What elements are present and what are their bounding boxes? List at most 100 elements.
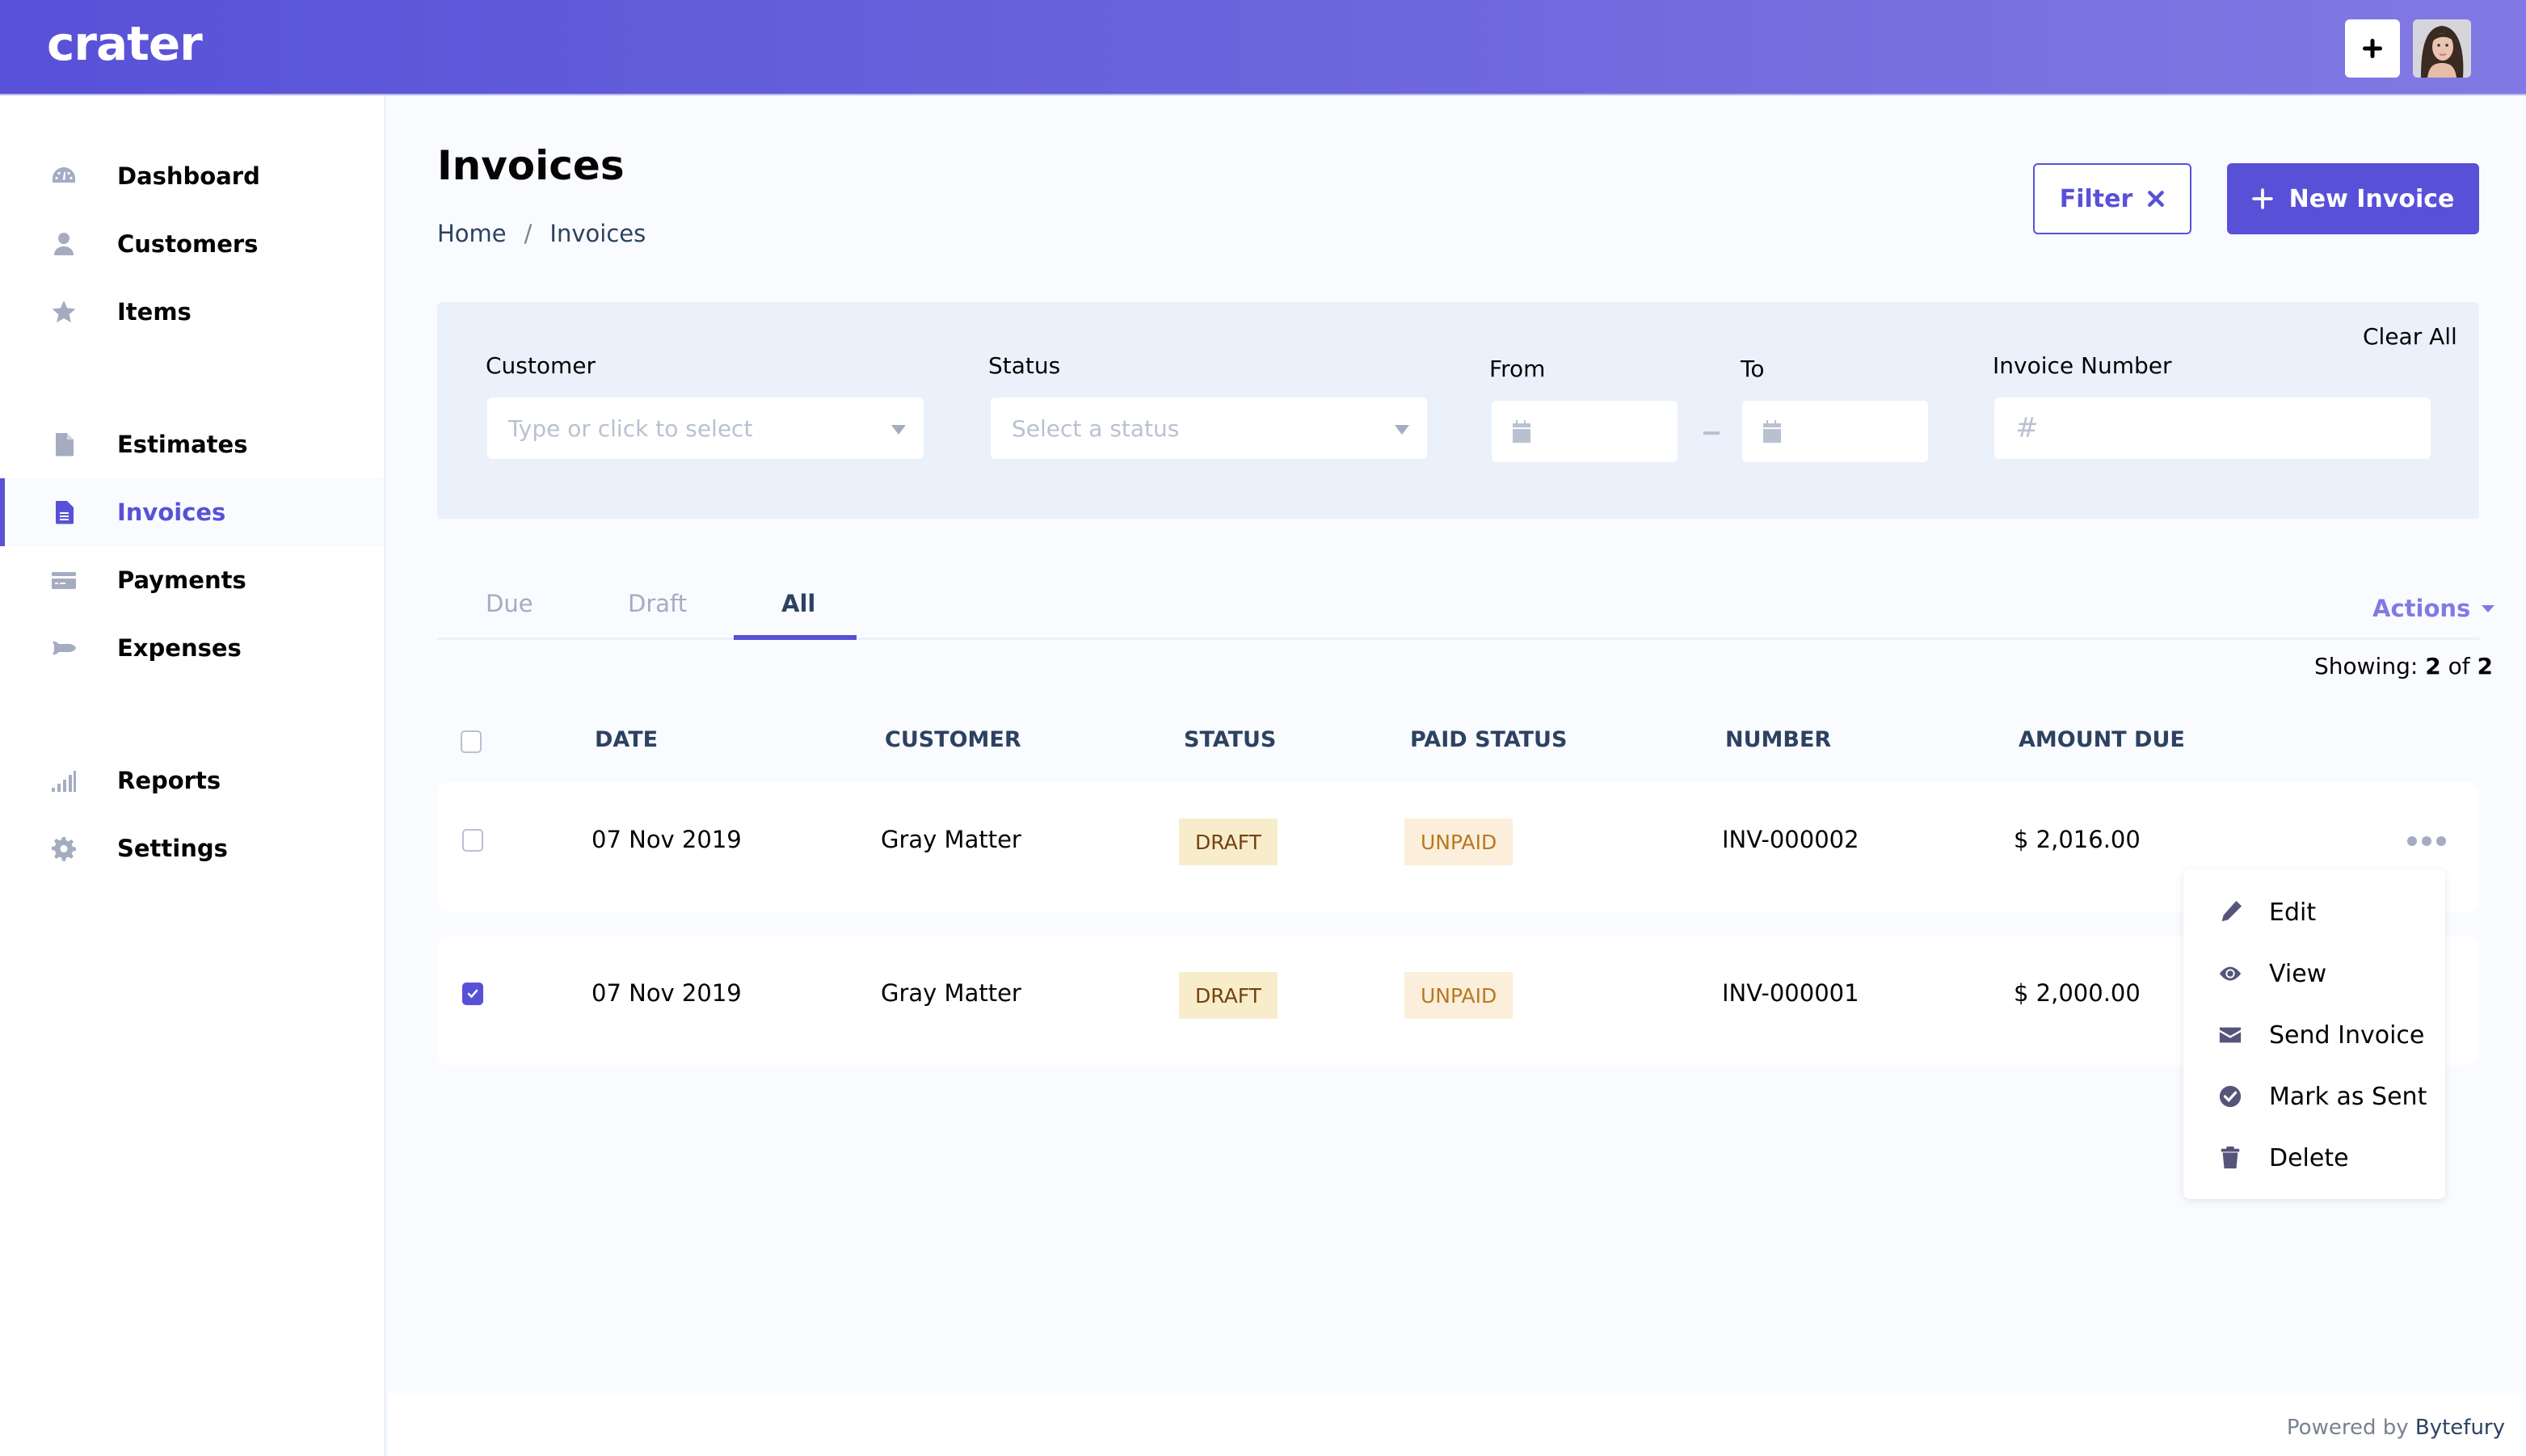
calendar-icon [1763,420,1781,443]
showing-of: of [2448,653,2470,680]
status-badge: DRAFT [1179,818,1278,865]
status-filter-label: Status [988,352,1061,379]
table-row[interactable]: 07 Nov 2019 Gray Matter DRAFT UNPAID INV… [437,936,2479,1065]
caret-down-icon [2482,604,2495,612]
customer-filter-label: Customer [486,352,596,379]
dashboard-gauge-icon [50,162,78,190]
tab-all[interactable]: All [781,590,815,617]
cog-icon [50,835,78,862]
hash-icon: # [2015,412,2039,444]
customer-select-placeholder: Type or click to select [508,414,753,442]
to-date-input[interactable] [1742,401,1928,462]
header-add-button[interactable] [2345,19,2400,78]
user-icon [50,230,78,258]
column-header-number[interactable]: NUMBER [1725,727,1831,752]
column-header-date[interactable]: DATE [595,727,658,752]
showing-count: Showing: 2 of 2 [2314,653,2493,680]
sidebar-item-reports[interactable]: Reports [0,747,384,814]
customer-select[interactable]: Type or click to select [487,398,924,459]
menu-item-mark-as-sent[interactable]: Mark as Sent [2183,1068,2445,1125]
status-select[interactable]: Select a status [991,398,1427,459]
breadcrumb-home[interactable]: Home [437,220,507,247]
credit-card-icon [50,566,78,594]
sidebar-item-invoices[interactable]: Invoices [0,478,384,546]
menu-item-label: Mark as Sent [2269,1082,2427,1111]
sidebar-item-label: Settings [117,835,228,862]
invoice-tabs: Due Draft All [437,582,2479,640]
to-date-label: To [1741,356,1765,382]
row-amount-due: $ 2,000.00 [2014,979,2141,1007]
row-date: 07 Nov 2019 [592,979,742,1007]
sidebar-item-dashboard[interactable]: Dashboard [0,142,384,210]
envelope-icon [2217,1022,2243,1048]
from-date-label: From [1489,356,1546,382]
tab-draft[interactable]: Draft [628,590,687,617]
column-header-paid-status[interactable]: PAID STATUS [1410,727,1567,752]
actions-label: Actions [2372,595,2471,622]
active-tab-indicator [734,635,857,640]
signal-bars-icon [50,767,78,794]
pencil-icon [2217,899,2243,925]
row-date: 07 Nov 2019 [592,826,742,853]
menu-item-label: Send Invoice [2269,1020,2425,1050]
column-header-status[interactable]: STATUS [1184,727,1276,752]
breadcrumb-invoices[interactable]: Invoices [549,220,646,247]
file-text-icon [50,499,78,526]
from-date-input[interactable] [1492,401,1678,462]
sidebar-item-customers[interactable]: Customers [0,210,384,278]
space-shuttle-icon [50,634,78,662]
filter-button[interactable]: Filter [2033,163,2191,234]
showing-prefix: Showing: [2314,653,2419,680]
row-checkbox[interactable] [462,829,483,852]
eye-icon [2217,961,2243,987]
chevron-down-icon [1395,425,1409,435]
user-avatar[interactable] [2413,19,2471,78]
crater-logo[interactable]: crater [47,19,203,68]
invoice-number-input[interactable]: # [1994,398,2431,459]
column-header-amount-due[interactable]: AMOUNT DUE [2019,727,2185,752]
powered-by-label: Powered by [2286,1416,2409,1440]
invoice-number-label: Invoice Number [1993,352,2172,379]
sidebar-item-expenses[interactable]: Expenses [0,614,384,682]
sidebar-item-payments[interactable]: Payments [0,546,384,614]
breadcrumb-separator: / [524,220,533,247]
top-header: crater [0,0,2526,95]
new-invoice-label: New Invoice [2288,184,2455,213]
menu-item-edit[interactable]: Edit [2183,884,2445,941]
table-row[interactable]: 07 Nov 2019 Gray Matter DRAFT UNPAID INV… [437,782,2479,911]
clear-all-link[interactable]: Clear All [2363,323,2457,350]
menu-item-delete[interactable]: Delete [2183,1130,2445,1186]
sidebar-item-label: Expenses [117,634,242,662]
column-header-customer[interactable]: CUSTOMER [885,727,1021,752]
sidebar-item-label: Dashboard [117,162,260,190]
date-range-separator [1703,431,1720,435]
page-title: Invoices [437,142,625,189]
sidebar-item-label: Reports [117,767,221,794]
select-all-checkbox[interactable] [461,730,482,753]
plus-icon [2363,39,2382,58]
star-icon [50,298,78,326]
trash-icon [2217,1145,2243,1171]
bytefury-link[interactable]: Bytefury [2415,1416,2505,1440]
row-number[interactable]: INV-000001 [1722,979,1859,1007]
actions-dropdown[interactable]: Actions [2372,595,2495,622]
status-select-placeholder: Select a status [1012,414,1180,442]
new-invoice-button[interactable]: New Invoice [2227,163,2479,234]
sidebar-item-items[interactable]: Items [0,278,384,346]
menu-item-label: View [2269,959,2327,988]
table-header: DATE CUSTOMER STATUS PAID STATUS NUMBER … [437,727,2479,776]
sidebar-item-settings[interactable]: Settings [0,814,384,882]
filter-button-label: Filter [2059,184,2133,213]
calendar-icon [1513,420,1530,443]
row-customer[interactable]: Gray Matter [881,979,1021,1007]
row-customer[interactable]: Gray Matter [881,826,1021,853]
menu-item-label: Delete [2269,1143,2349,1172]
sidebar-item-label: Estimates [117,431,248,458]
row-more-options-icon[interactable] [2407,836,2446,846]
menu-item-view[interactable]: View [2183,945,2445,1002]
menu-item-send-invoice[interactable]: Send Invoice [2183,1007,2445,1063]
row-checkbox-checked[interactable] [462,983,483,1005]
tab-due[interactable]: Due [486,590,533,617]
row-number[interactable]: INV-000002 [1722,826,1859,853]
sidebar-item-estimates[interactable]: Estimates [0,410,384,478]
